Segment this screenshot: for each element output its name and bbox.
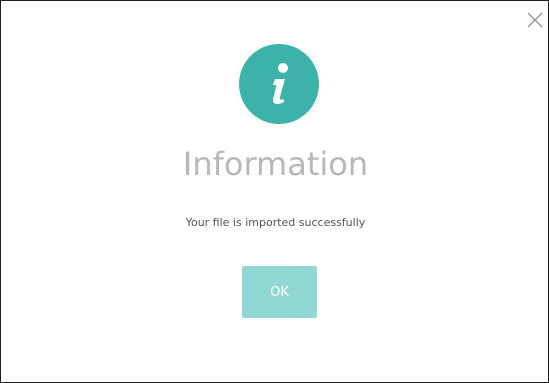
- dialog-message: Your file is imported successfully: [185, 216, 366, 229]
- close-button[interactable]: [525, 10, 545, 30]
- close-icon: [527, 12, 543, 28]
- dialog-title: Information: [182, 145, 369, 183]
- info-icon: [272, 63, 288, 105]
- info-badge: [239, 44, 319, 124]
- information-dialog: Information Your file is imported succes…: [0, 0, 549, 383]
- ok-button[interactable]: OK: [242, 266, 317, 318]
